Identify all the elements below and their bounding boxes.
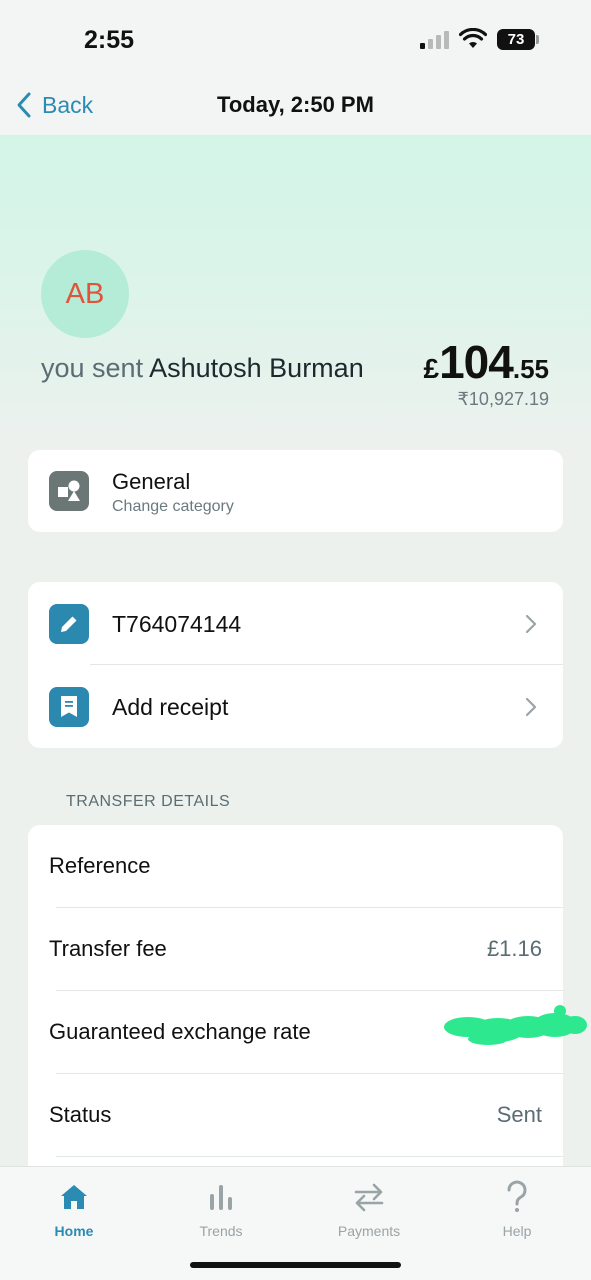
add-receipt-label: Add receipt [112, 694, 229, 720]
actions-card: T764074144 Add receipt [28, 582, 563, 748]
transfer-arrows-icon [314, 1177, 424, 1217]
question-icon [462, 1177, 572, 1217]
tab-home[interactable]: Home [19, 1177, 129, 1239]
chevron-right-icon [525, 614, 537, 634]
cellular-signal-icon [420, 31, 449, 49]
redaction-scribble [444, 1005, 587, 1045]
transaction-header: AB you sent Ashutosh Burman £104.55 ₹10,… [0, 135, 591, 435]
home-indicator [190, 1262, 401, 1268]
amount-minor: .55 [512, 354, 549, 384]
home-icon [19, 1177, 129, 1217]
tab-home-label: Home [54, 1223, 94, 1239]
wifi-icon [459, 28, 487, 48]
battery-tip [536, 35, 539, 44]
tab-payments-label: Payments [337, 1223, 401, 1239]
reference-row: Reference [28, 825, 563, 908]
add-receipt-row[interactable]: Add receipt [28, 665, 563, 748]
status-time: 2:55 [84, 26, 135, 54]
transfer-details-heading: TRANSFER DETAILS [66, 793, 231, 810]
reference-label: Reference [49, 853, 151, 878]
transfer-details-card: Reference Transfer fee £1.16 Guaranteed … [28, 825, 587, 1240]
status-label: Status [49, 1102, 112, 1127]
note-row[interactable]: T764074144 [28, 582, 563, 665]
tab-trends-label: Trends [199, 1223, 243, 1239]
tab-help[interactable]: Help [462, 1177, 572, 1239]
status-value: Sent [496, 1102, 542, 1127]
exchange-rate-label: Guaranteed exchange rate [49, 1019, 311, 1044]
status-bar: 2:55 73 [0, 0, 591, 80]
battery-indicator: 73 [497, 29, 535, 50]
tab-trends[interactable]: Trends [166, 1177, 276, 1239]
chevron-right-icon [525, 697, 537, 717]
category-shapes-icon [49, 471, 89, 511]
status-row: Status Sent [28, 1074, 563, 1157]
note-label: T764074144 [112, 611, 242, 637]
tab-help-label: Help [502, 1223, 532, 1239]
category-title: General [112, 469, 191, 494]
avatar[interactable]: AB [41, 250, 129, 338]
category-card[interactable]: General Change category [28, 450, 563, 532]
pencil-icon [49, 604, 89, 644]
nav-bar: Back Today, 2:50 PM [0, 80, 591, 135]
transfer-fee-label: Transfer fee [49, 936, 167, 961]
tab-payments[interactable]: Payments [314, 1177, 424, 1239]
sent-description: you sent Ashutosh Burman [41, 353, 364, 384]
transfer-fee-value: £1.16 [486, 936, 542, 961]
change-category-link[interactable]: Change category [112, 498, 234, 516]
page-title: Today, 2:50 PM [217, 92, 374, 117]
transfer-fee-row: Transfer fee £1.16 [28, 908, 563, 991]
amount-major: 104 [439, 336, 514, 388]
transaction-amount: £104.55 [424, 335, 549, 389]
amount-currency: £ [423, 353, 440, 384]
sent-prefix: you sent [41, 353, 144, 383]
receipt-icon [49, 687, 89, 727]
converted-amount: ₹10,927.19 [457, 389, 549, 409]
bar-chart-icon [166, 1177, 276, 1217]
recipient-name[interactable]: Ashutosh Burman [149, 353, 364, 383]
